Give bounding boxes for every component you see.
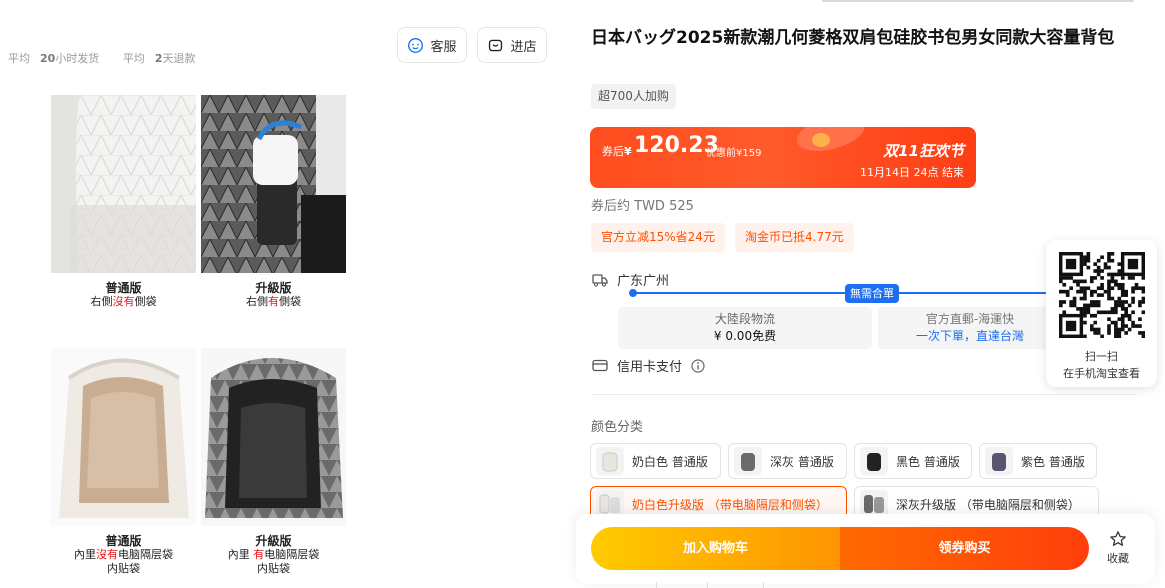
black-backpack-bottle-image: [201, 95, 346, 273]
sku-option-cream-standard[interactable]: 奶白色 普通版: [590, 443, 721, 479]
promo-tag-discount[interactable]: 官方立减15%省24元: [591, 223, 725, 252]
qr-code-panel: 扫一扫 在手机淘宝查看: [1046, 240, 1157, 387]
sku-thumbnail: [860, 447, 888, 475]
store-icon: [489, 39, 503, 51]
original-price: 优惠前¥159: [706, 148, 762, 159]
color-section-title: 颜色分类: [591, 420, 644, 435]
customer-service-button[interactable]: 客服: [397, 27, 467, 63]
caption-upgrade-side: 升級版 右側有側袋: [246, 281, 301, 308]
sku-option-purple-standard[interactable]: 紫色 普通版: [979, 443, 1097, 479]
no-merge-badge: 無需合單: [845, 284, 899, 303]
product-image-upgrade-side[interactable]: [201, 95, 346, 273]
caption-standard-inside: 普通版 內里沒有电脑隔层袋 内贴袋: [74, 534, 173, 575]
qr-finder-pattern: [1065, 320, 1077, 332]
banner-decoration-dot: [812, 133, 830, 147]
product-title: 日本バッグ2025新款潮几何菱格双肩包硅胶书包男女同款大容量背包: [591, 28, 1115, 48]
direct-sea-shipping-option[interactable]: 官方直郵-海運快 一次下單，直達台灣: [878, 307, 1062, 349]
buy-with-coupon-button[interactable]: 领券购买: [840, 527, 1089, 570]
product-image-standard-inside[interactable]: [51, 348, 196, 526]
buyers-badge: 超700人加购: [591, 84, 676, 109]
shipping-info: 平均 20小时发货 平均 2天退款: [8, 50, 215, 66]
sku-option-dark-gray-standard[interactable]: 深灰 普通版: [728, 443, 847, 479]
caption-upgrade-inside: 升級版 內里 有电脑隔层袋 内贴袋: [227, 534, 320, 575]
banner-decoration: [793, 127, 869, 158]
detail-tabs-edge: [656, 582, 764, 588]
sku-thumbnail: [596, 447, 624, 475]
qr-finder-pattern: [1065, 258, 1077, 270]
payment-row: 信用卡支付: [592, 356, 705, 375]
promo-tag-coins[interactable]: 淘金币已抵4.77元: [735, 223, 854, 252]
coupon-price-label: 券后¥: [602, 145, 632, 158]
refund-time: 平均 2天退款: [122, 52, 196, 65]
service-icon: [408, 37, 424, 53]
qr-code: [1059, 252, 1145, 338]
truck-icon: [592, 273, 608, 286]
payment-label: 信用卡支付: [617, 360, 683, 375]
credit-card-icon: [592, 359, 608, 372]
delivery-location[interactable]: 广东广州: [592, 270, 669, 289]
sku-option-black-standard[interactable]: 黑色 普通版: [854, 443, 972, 479]
section-divider: [591, 394, 1136, 395]
ship-time: 平均 20小时发货: [8, 52, 100, 65]
sku-thumbnail: [734, 447, 762, 475]
festival-label: 双11狂欢节: [883, 142, 964, 160]
mainland-logistics-option[interactable]: 大陸段物流 ¥ 0.00免费: [618, 307, 872, 349]
qr-scan-label: 扫一扫: [1085, 350, 1118, 363]
add-to-cart-button[interactable]: 加入购物车: [591, 527, 840, 570]
qr-finder-pattern: [1127, 258, 1139, 270]
purchase-bar: 加入购物车 领券购买 收藏: [576, 514, 1155, 584]
top-divider: [822, 0, 1134, 2]
star-icon: [1110, 531, 1126, 546]
twd-price: 券后约 TWD 525: [591, 199, 694, 214]
qr-hint-label: 在手机淘宝查看: [1063, 367, 1140, 380]
caption-standard-side: 普通版 右側沒有側袋: [90, 281, 157, 308]
white-backpack-side-image: [51, 95, 196, 273]
service-label: 客服: [430, 39, 457, 55]
route-start-dot: [629, 289, 637, 297]
price-banner: 券后¥ 120.23 优惠前¥159 双11狂欢节 11月14日 24点 结束: [590, 127, 976, 188]
sku-thumbnail: [985, 447, 1013, 475]
favorite-button[interactable]: 收藏: [1101, 530, 1135, 566]
black-backpack-open-image: [201, 348, 346, 526]
info-icon[interactable]: [691, 358, 705, 373]
white-backpack-open-image: [51, 348, 196, 526]
product-image-upgrade-inside[interactable]: [201, 348, 346, 526]
store-label: 进店: [510, 39, 537, 55]
location-label: 广东广州: [617, 274, 670, 289]
product-image-standard-side[interactable]: [51, 95, 196, 273]
promotion-end-time: 11月14日 24点 结束: [860, 166, 964, 179]
enter-store-button[interactable]: 进店: [477, 27, 547, 63]
